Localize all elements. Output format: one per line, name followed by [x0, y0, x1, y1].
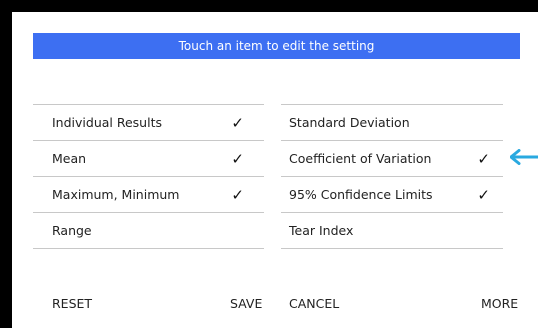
option-label: 95% Confidence Limits: [289, 187, 433, 202]
option-95-confidence-limits[interactable]: 95% Confidence Limits ✓: [281, 177, 503, 213]
cancel-button[interactable]: CANCEL: [289, 296, 339, 312]
option-label: Standard Deviation: [289, 115, 410, 130]
options-list-left: Individual Results ✓ Mean ✓ Maximum, Min…: [33, 104, 264, 249]
option-label: Mean: [52, 151, 87, 166]
checkmark-icon: ✓: [477, 186, 490, 204]
more-button[interactable]: MORE: [481, 296, 518, 312]
checkmark-icon: ✓: [231, 114, 244, 132]
option-label: Maximum, Minimum: [52, 187, 180, 202]
checkmark-icon: ✓: [477, 150, 490, 168]
option-label: Individual Results: [52, 115, 162, 130]
checkmark-icon: ✓: [231, 186, 244, 204]
reset-button[interactable]: RESET: [52, 296, 92, 312]
option-standard-deviation[interactable]: Standard Deviation: [281, 105, 503, 141]
left-arrow-icon: [510, 149, 538, 165]
option-individual-results[interactable]: Individual Results ✓: [33, 105, 264, 141]
option-mean[interactable]: Mean ✓: [33, 141, 264, 177]
option-maximum-minimum[interactable]: Maximum, Minimum ✓: [33, 177, 264, 213]
option-label: Coefficient of Variation: [289, 151, 432, 166]
option-label: Range: [52, 223, 92, 238]
options-list-right: Standard Deviation Coefficient of Variat…: [281, 104, 503, 249]
instruction-banner: Touch an item to edit the setting: [33, 33, 520, 59]
option-range[interactable]: Range: [33, 213, 264, 249]
option-coefficient-of-variation[interactable]: Coefficient of Variation ✓: [281, 141, 503, 177]
option-tear-index[interactable]: Tear Index: [281, 213, 503, 249]
option-label: Tear Index: [289, 223, 354, 238]
checkmark-icon: ✓: [231, 150, 244, 168]
save-button[interactable]: SAVE: [230, 296, 262, 312]
